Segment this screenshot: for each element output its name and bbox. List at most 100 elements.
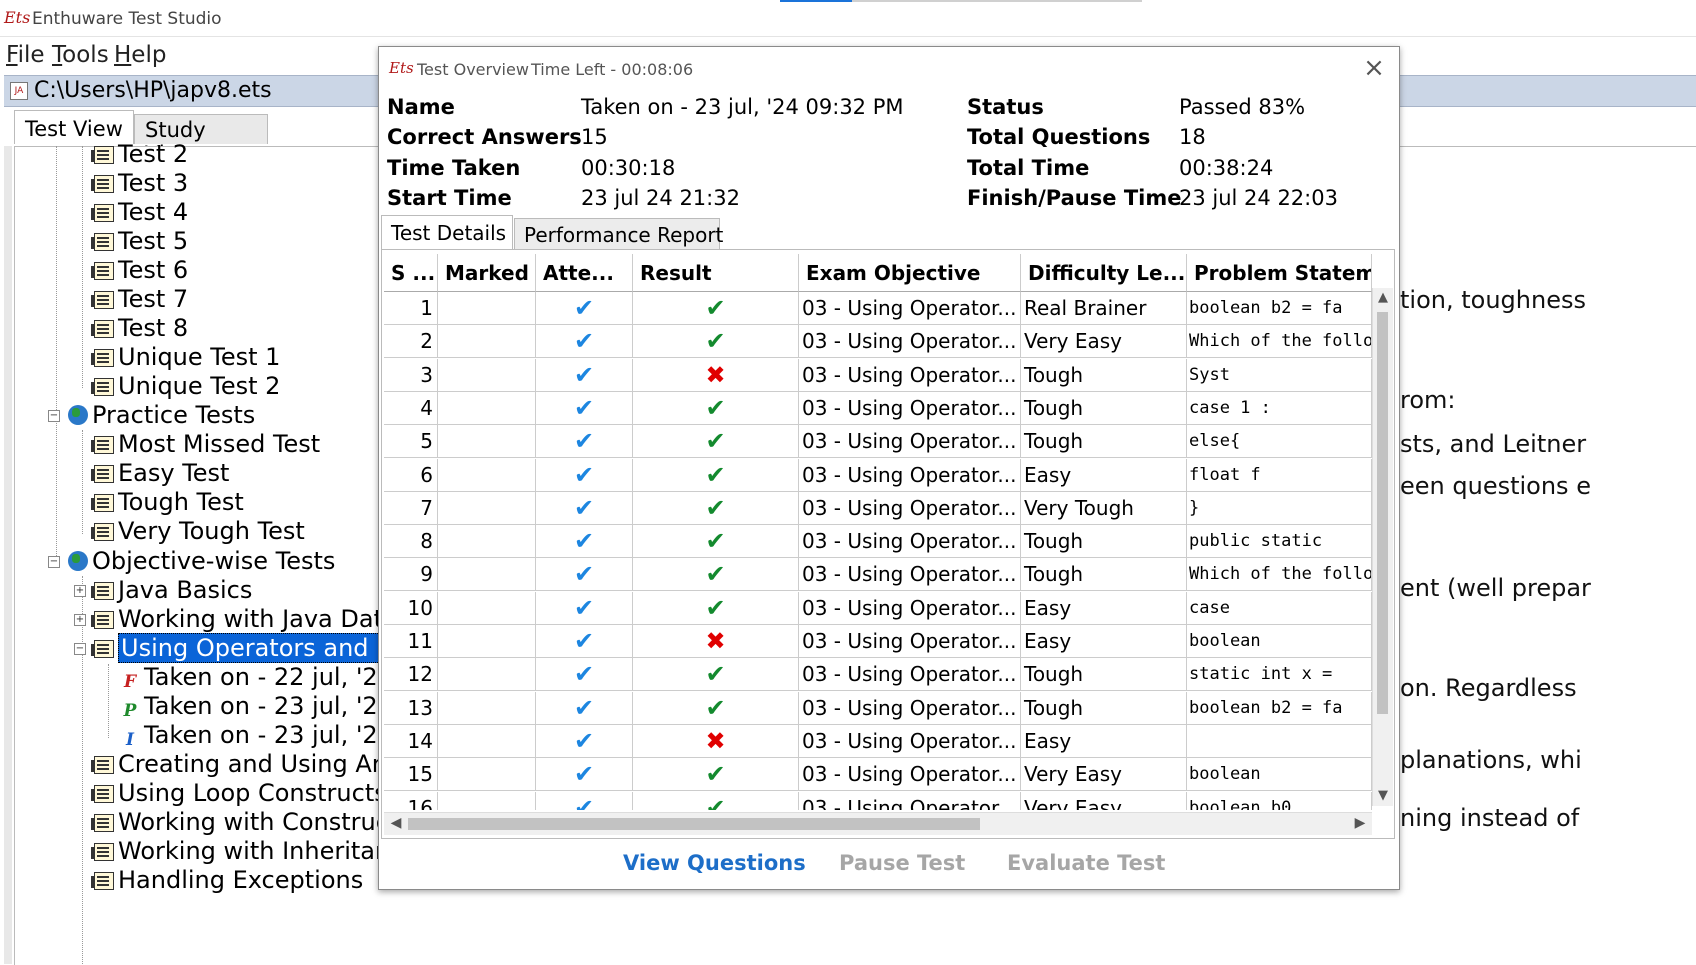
sn-cell: 3 <box>384 358 438 392</box>
status-label: Status <box>967 95 1044 119</box>
tree-item-test-5[interactable]: Test 5 <box>91 227 188 256</box>
sn-cell: 15 <box>384 758 438 792</box>
table-row[interactable]: 12 ✔ ✔ 03 - Using Operator... Tough static i… <box>384 658 1372 692</box>
collapse-toggle[interactable]: − <box>48 556 60 568</box>
vertical-scrollbar[interactable]: ▲ ▼ <box>1372 288 1393 806</box>
background-text: tion, toughness <box>1400 286 1586 314</box>
scroll-down-icon[interactable]: ▼ <box>1375 788 1391 804</box>
test-doc-icon <box>91 320 114 338</box>
marked-cell <box>438 724 536 758</box>
expand-toggle[interactable]: + <box>74 585 86 597</box>
tree-item-test-2[interactable]: Test 2 <box>91 140 189 169</box>
sn-cell: 5 <box>384 425 438 459</box>
tree-item-practice-tests[interactable]: Practice Tests <box>68 401 255 430</box>
scroll-left-icon[interactable]: ◀ <box>388 815 404 831</box>
test-overview-dialog: Ets Test Overview Time Left - 00:08:06 ×… <box>378 46 1400 890</box>
table-row[interactable]: 4 ✔ ✔ 03 - Using Operator... Tough case 1 : <box>384 391 1372 425</box>
table-row[interactable]: 3 ✔ ✖ 03 - Using Operator... Tough Syst <box>384 358 1372 392</box>
column-header-marked[interactable]: Marked <box>438 254 536 292</box>
tree-item-loops[interactable]: Using Loop Constructs <box>91 779 387 808</box>
collapse-toggle[interactable]: − <box>74 643 86 655</box>
objective-cell: 03 - Using Operator... <box>799 658 1021 692</box>
scroll-right-icon[interactable]: ▶ <box>1352 815 1368 831</box>
tree-item-label: Java Basics <box>118 576 253 604</box>
column-header-difficulty[interactable]: Difficulty Le... <box>1021 254 1187 292</box>
tree-item-constructors[interactable]: Working with Construc <box>91 808 389 837</box>
dialog-footer: View Questions Pause Test Evaluate Test <box>379 839 1399 889</box>
tree-item-inheritance[interactable]: Working with Inheritan <box>91 837 390 866</box>
browser-tab-indicator <box>780 0 852 2</box>
sn-cell: 13 <box>384 691 438 725</box>
tree-item-label: Test 2 <box>118 140 189 168</box>
column-header-result[interactable]: Result <box>633 254 799 292</box>
attempted-check-icon: ✔ <box>536 658 633 692</box>
scroll-up-icon[interactable]: ▲ <box>1375 290 1391 306</box>
table-row[interactable]: 7 ✔ ✔ 03 - Using Operator... Very Tough } <box>384 491 1372 525</box>
tree-item-test-4[interactable]: Test 4 <box>91 198 188 227</box>
vertical-scroll-thumb[interactable] <box>1377 312 1388 714</box>
menu-tools[interactable]: Tools <box>52 42 109 68</box>
table-row[interactable]: 16 ✔ ✔ 03 - Using Operator... Very Easy bool… <box>384 791 1372 810</box>
total-time-value: 00:38:24 <box>1179 156 1274 180</box>
view-questions-button[interactable]: View Questions <box>623 851 806 875</box>
tree-item-using-operators[interactable]: Using Operators and D <box>91 633 398 663</box>
globe-folder-icon <box>68 551 88 571</box>
menu-file[interactable]: File <box>6 42 45 68</box>
tab-test-view[interactable]: Test View <box>14 110 134 144</box>
tree-item-unique-test-1[interactable]: Unique Test 1 <box>91 343 280 372</box>
tree-item-easy-test[interactable]: Easy Test <box>91 459 229 488</box>
evaluate-test-button[interactable]: Evaluate Test <box>1007 851 1165 875</box>
horizontal-scroll-thumb[interactable] <box>408 818 980 830</box>
expand-toggle[interactable]: + <box>74 614 86 626</box>
table-row[interactable]: 13 ✔ ✔ 03 - Using Operator... Tough boolean b… <box>384 691 1372 725</box>
marked-cell <box>438 325 536 359</box>
tree-item-result-1[interactable]: F Taken on - 22 jul, '2 <box>120 663 378 692</box>
table-row[interactable]: 2 ✔ ✔ 03 - Using Operator... Very Easy Which … <box>384 325 1372 359</box>
difficulty-cell: Easy <box>1021 724 1187 758</box>
table-row[interactable]: 6 ✔ ✔ 03 - Using Operator... Easy float f <box>384 458 1372 492</box>
left-edge-scrollbar[interactable] <box>4 146 12 964</box>
tab-performance-report[interactable]: Performance Report <box>514 218 723 249</box>
horizontal-scrollbar[interactable]: ◀ ▶ <box>384 812 1372 835</box>
table-row[interactable]: 8 ✔ ✔ 03 - Using Operator... Tough public st… <box>384 525 1372 559</box>
tab-test-details[interactable]: Test Details <box>381 215 513 249</box>
collapse-toggle[interactable]: − <box>48 410 60 422</box>
tree-item-result-2[interactable]: P Taken on - 23 jul, '2 <box>120 692 378 721</box>
table-row[interactable]: 15 ✔ ✔ 03 - Using Operator... Very Easy bool… <box>384 758 1372 792</box>
java-file-icon: JA <box>10 82 28 100</box>
column-header-problem[interactable]: Problem Statem <box>1187 254 1372 292</box>
tree-item-very-tough-test[interactable]: Very Tough Test <box>91 517 305 546</box>
tree-item-most-missed[interactable]: Most Missed Test <box>91 430 320 459</box>
tree-item-exceptions[interactable]: Handling Exceptions <box>91 866 363 895</box>
tree-item-test-6[interactable]: Test 6 <box>91 256 188 285</box>
table-row[interactable]: 5 ✔ ✔ 03 - Using Operator... Tough else{ <box>384 425 1372 459</box>
table-row[interactable]: 11 ✔ ✖ 03 - Using Operator... Easy boolean <box>384 625 1372 658</box>
table-row[interactable]: 1 ✔ ✔ 03 - Using Operator... Real Brainer boo… <box>384 292 1372 325</box>
pause-test-button[interactable]: Pause Test <box>839 851 965 875</box>
tree-item-unique-test-2[interactable]: Unique Test 2 <box>91 372 280 401</box>
table-row[interactable]: 10 ✔ ✔ 03 - Using Operator... Easy case <box>384 591 1372 625</box>
menu-help[interactable]: Help <box>114 42 166 68</box>
tree-item-java-basics[interactable]: Java Basics <box>91 576 253 605</box>
tree-item-tough-test[interactable]: Tough Test <box>91 488 244 517</box>
column-header-objective[interactable]: Exam Objective <box>799 254 1021 292</box>
tree-connector <box>108 664 109 738</box>
tree-item-test-8[interactable]: Test 8 <box>91 314 188 343</box>
tree-item-arrays[interactable]: Creating and Using Arr <box>91 750 391 779</box>
total-questions-label: Total Questions <box>967 125 1151 149</box>
tree-item-test-3[interactable]: Test 3 <box>91 169 188 198</box>
tree-item-objective-wise[interactable]: Objective-wise Tests <box>68 547 335 576</box>
tree-item-result-3[interactable]: I Taken on - 23 jul, '2 <box>120 721 378 750</box>
background-text: rom: <box>1400 386 1456 414</box>
correct-check-icon: ✔ <box>633 591 799 625</box>
tree-item-java-data-types[interactable]: Working with Java Dat <box>91 605 383 634</box>
objective-cell: 03 - Using Operator... <box>799 458 1021 492</box>
column-header-sn[interactable]: S ... <box>384 254 438 292</box>
table-row[interactable]: 14 ✔ ✖ 03 - Using Operator... Easy <box>384 724 1372 758</box>
test-doc-icon <box>91 523 114 541</box>
table-row[interactable]: 9 ✔ ✔ 03 - Using Operator... Tough Which of t… <box>384 558 1372 592</box>
close-icon[interactable]: × <box>1361 55 1387 81</box>
difficulty-cell: Easy <box>1021 458 1187 492</box>
column-header-attempted[interactable]: Atte... <box>536 254 633 292</box>
tree-item-test-7[interactable]: Test 7 <box>91 285 188 314</box>
